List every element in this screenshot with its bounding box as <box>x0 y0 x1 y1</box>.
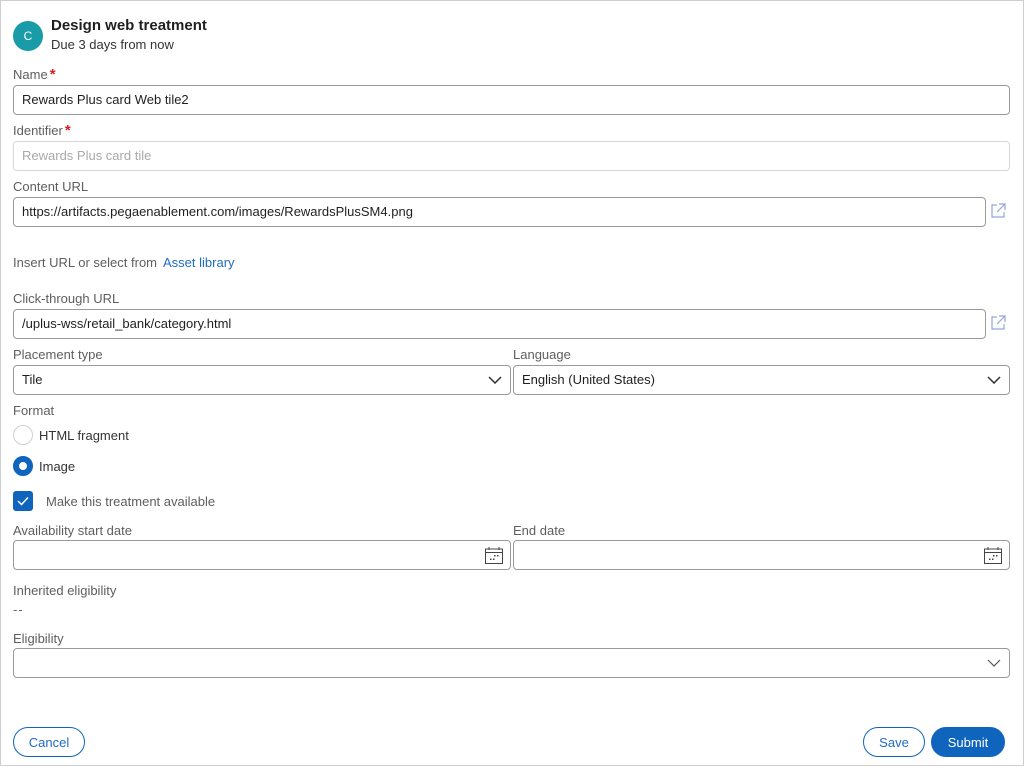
format-label: Format <box>13 403 55 418</box>
open-external-link-icon[interactable] <box>989 314 1007 332</box>
end-date-input[interactable] <box>513 540 1010 570</box>
make-available-checkbox-row[interactable]: Make this treatment available <box>13 491 215 511</box>
placement-type-select[interactable]: Tile <box>13 365 511 395</box>
required-mark: * <box>64 122 71 139</box>
calendar-icon[interactable] <box>484 546 504 565</box>
required-mark: * <box>49 66 56 83</box>
language-label: Language <box>513 347 571 362</box>
asset-library-link[interactable]: Asset library <box>163 255 235 270</box>
radio-button-selected[interactable] <box>13 456 33 476</box>
availability-start-date-label: Availability start date <box>13 523 132 538</box>
placement-type-label: Placement type <box>13 347 103 362</box>
header: C Design web treatment Due 3 days from n… <box>13 16 207 54</box>
make-available-label: Make this treatment available <box>46 493 216 509</box>
insert-url-hint: Insert URL or select from Asset library <box>13 255 235 270</box>
end-date-label: End date <box>513 523 566 538</box>
open-external-link-icon[interactable] <box>989 202 1007 220</box>
identifier-input[interactable]: Rewards Plus card tile <box>13 141 1010 171</box>
cancel-button[interactable]: Cancel <box>13 727 85 757</box>
identifier-label: Identifier * <box>13 122 71 139</box>
submit-button[interactable]: Submit <box>931 727 1005 757</box>
inherited-eligibility-value: -- <box>13 602 24 617</box>
save-button[interactable]: Save <box>863 727 925 757</box>
checkmark-icon <box>17 496 29 506</box>
inherited-eligibility-label: Inherited eligibility <box>13 583 117 598</box>
name-input[interactable]: Rewards Plus card Web tile2 <box>13 85 1010 115</box>
chevron-down-icon <box>488 376 502 384</box>
content-url-label: Content URL <box>13 179 89 194</box>
calendar-icon[interactable] <box>983 546 1003 565</box>
avatar: C <box>13 21 43 51</box>
name-label: Name * <box>13 66 56 83</box>
chevron-down-icon <box>987 376 1001 384</box>
language-value: English (United States) <box>522 372 655 387</box>
click-through-url-label: Click-through URL <box>13 291 120 306</box>
click-through-url-input[interactable]: /uplus-wss/retail_bank/category.html <box>13 309 986 339</box>
eligibility-select[interactable] <box>13 648 1010 678</box>
eligibility-label: Eligibility <box>13 631 64 646</box>
placement-type-value: Tile <box>22 372 43 387</box>
radio-button[interactable] <box>13 425 33 445</box>
radio-label: HTML fragment <box>39 427 129 443</box>
make-available-checkbox[interactable] <box>13 491 33 511</box>
availability-start-date-input[interactable] <box>13 540 511 570</box>
page-title: Design web treatment <box>51 17 207 34</box>
format-option-image[interactable]: Image <box>13 456 75 476</box>
due-date-text: Due 3 days from now <box>51 37 174 52</box>
language-select[interactable]: English (United States) <box>513 365 1010 395</box>
chevron-down-icon <box>987 659 1001 667</box>
format-option-html-fragment[interactable]: HTML fragment <box>13 425 129 445</box>
content-url-input[interactable]: https://artifacts.pegaenablement.com/ima… <box>13 197 986 227</box>
radio-label: Image <box>39 458 76 474</box>
